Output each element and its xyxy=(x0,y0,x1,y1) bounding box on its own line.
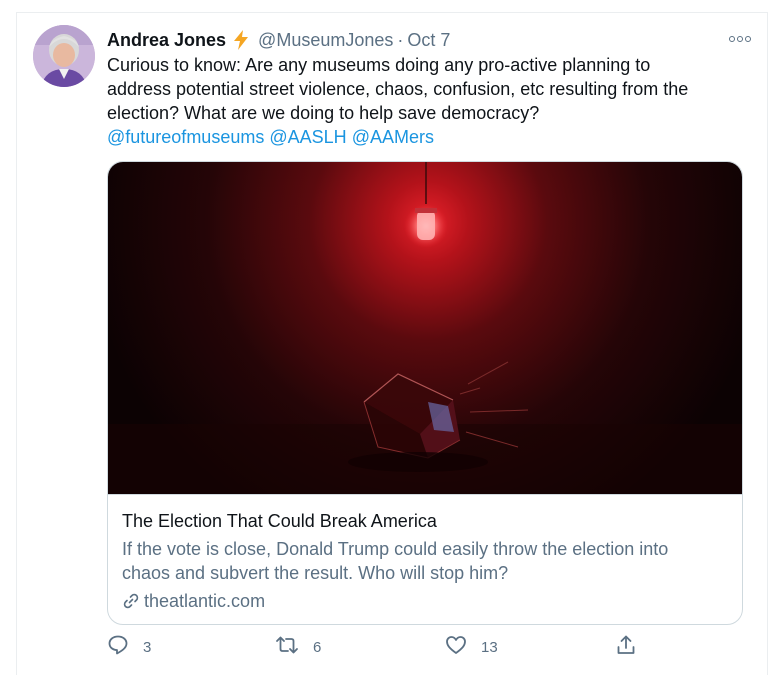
share-icon xyxy=(615,634,637,660)
link-card[interactable]: The Election That Could Break America If… xyxy=(107,161,743,625)
reply-icon xyxy=(107,634,129,660)
card-domain-text: theatlantic.com xyxy=(144,591,266,611)
like-count: 13 xyxy=(481,638,498,656)
tweet-actions: 3 6 13 xyxy=(107,635,647,659)
heart-icon xyxy=(445,634,467,660)
link-icon xyxy=(122,592,140,610)
mention-line: @futureofmuseums @AASLH @AAMers xyxy=(107,125,747,149)
retweet-count: 6 xyxy=(313,638,322,656)
retweet-icon xyxy=(275,634,299,660)
author-display-name[interactable]: Andrea Jones xyxy=(107,30,226,51)
card-title[interactable]: The Election That Could Break America xyxy=(122,509,728,533)
card-description-line: chaos and subvert the result. Who will s… xyxy=(122,563,509,583)
like-button[interactable]: 13 xyxy=(445,635,498,659)
separator-dot: · xyxy=(397,29,404,50)
reply-count: 3 xyxy=(143,638,152,656)
mention-link[interactable]: @AASLH xyxy=(269,127,346,147)
tweet-text-line: address potential street violence, chaos… xyxy=(107,79,689,99)
tweet-container[interactable]: Andrea Jones @MuseumJones · Oct 7 Curiou… xyxy=(16,12,768,675)
author-handle[interactable]: @MuseumJones xyxy=(258,30,393,51)
card-domain[interactable]: theatlantic.com xyxy=(122,589,728,613)
card-meta: The Election That Could Break America If… xyxy=(108,494,742,624)
card-image xyxy=(108,162,742,494)
tweet-header: Andrea Jones @MuseumJones · Oct 7 xyxy=(107,28,450,52)
card-description: If the vote is close, Donald Trump could… xyxy=(122,537,728,585)
share-button[interactable] xyxy=(615,635,637,659)
mention-link[interactable]: @AAMers xyxy=(352,127,434,147)
more-options-icon[interactable] xyxy=(729,33,753,45)
lightning-bolt-icon xyxy=(232,30,250,50)
tweet-text-line: Curious to know: Are any museums doing a… xyxy=(107,55,651,75)
card-description-line: If the vote is close, Donald Trump could… xyxy=(122,539,669,559)
tweet-text-line: election? What are we doing to help save… xyxy=(107,103,540,123)
tweet-date[interactable]: Oct 7 xyxy=(407,30,450,51)
reply-button[interactable]: 3 xyxy=(107,635,151,659)
mention-link[interactable]: @futureofmuseums xyxy=(107,127,264,147)
avatar[interactable] xyxy=(33,25,95,87)
retweet-button[interactable]: 6 xyxy=(275,635,321,659)
tweet-text: Curious to know: Are any museums doing a… xyxy=(107,53,747,149)
